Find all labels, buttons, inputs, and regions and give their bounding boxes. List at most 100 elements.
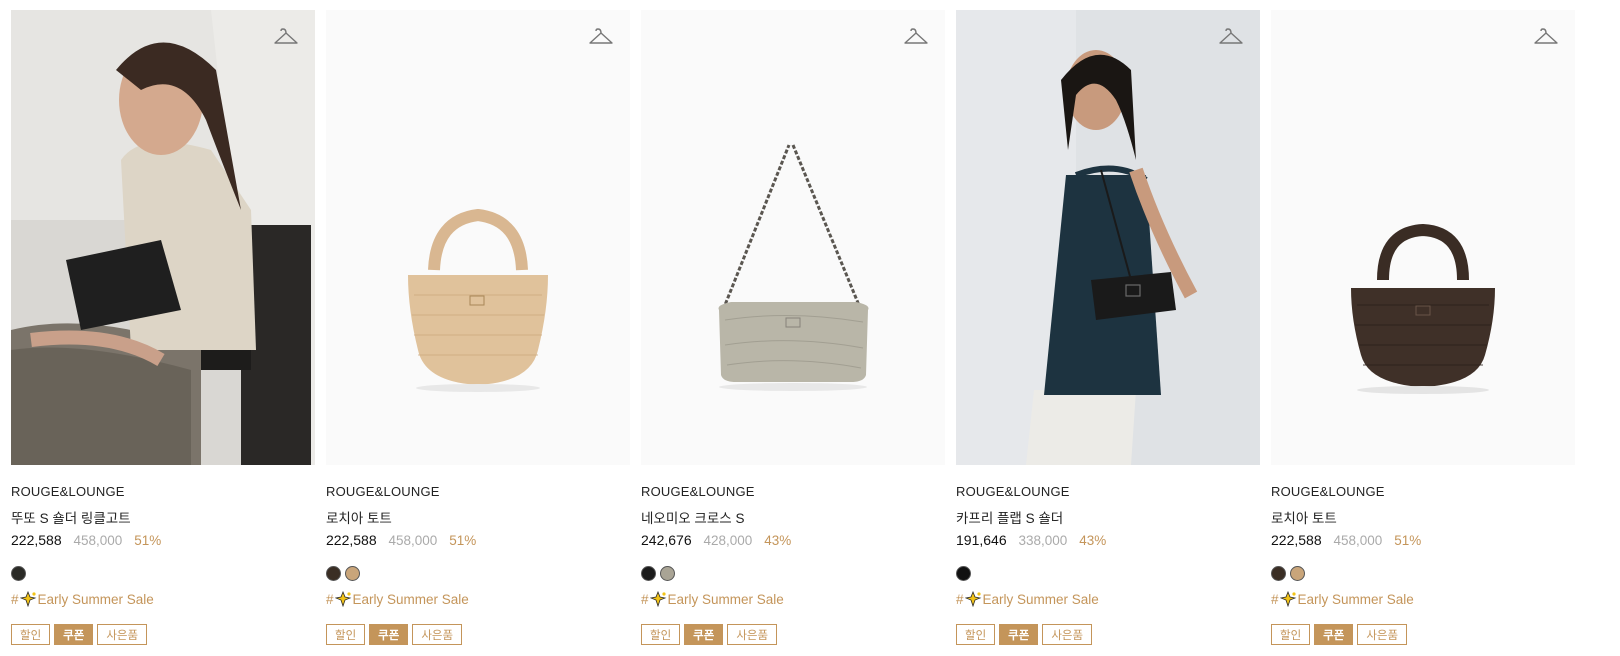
tag-hash: # (11, 591, 19, 607)
gift-badge: 사은품 (727, 624, 778, 645)
discount-rate: 43% (764, 533, 792, 548)
product-card[interactable]: ROUGE&LOUNGE 로치아 토트 222,588 458,000 51% … (326, 10, 630, 645)
original-price: 428,000 (703, 533, 753, 548)
color-swatch[interactable] (660, 566, 675, 581)
color-swatch[interactable] (1290, 566, 1305, 581)
coupon-badge: 쿠폰 (1314, 624, 1354, 645)
badge-row: 할인 쿠폰 사은품 (956, 624, 1260, 645)
badge-row: 할인 쿠폰 사은품 (11, 624, 315, 645)
discount-rate: 43% (1079, 533, 1107, 548)
sale-price: 242,676 (641, 532, 692, 548)
original-price: 458,000 (388, 533, 438, 548)
tag-hash: # (326, 591, 334, 607)
tag-hash: # (956, 591, 964, 607)
tag-label: Early Summer Sale (982, 591, 1099, 607)
coupon-badge: 쿠폰 (54, 624, 94, 645)
gift-badge: 사은품 (412, 624, 463, 645)
color-swatches (956, 566, 1260, 582)
discount-badge: 할인 (11, 624, 51, 645)
product-title[interactable]: 로치아 토트 (1271, 507, 1575, 526)
bag-photo (641, 10, 945, 465)
hanger-icon[interactable] (1533, 26, 1559, 48)
original-price: 458,000 (1333, 533, 1383, 548)
product-card[interactable]: ROUGE&LOUNGE 네오미오 크로스 S 242,676 428,000 … (641, 10, 945, 645)
color-swatch[interactable] (345, 566, 360, 581)
tag-label: Early Summer Sale (37, 591, 154, 607)
hanger-icon[interactable] (588, 26, 614, 48)
sparkle-icon (649, 591, 666, 607)
color-swatch[interactable] (956, 566, 971, 581)
price-row: 242,676 428,000 43% (641, 532, 945, 549)
badge-row: 할인 쿠폰 사은품 (1271, 624, 1575, 645)
tag-label: Early Summer Sale (667, 591, 784, 607)
color-swatch[interactable] (11, 566, 26, 581)
product-image[interactable] (641, 10, 945, 465)
discount-rate: 51% (1394, 533, 1422, 548)
sparkle-icon (334, 591, 351, 607)
discount-badge: 할인 (956, 624, 996, 645)
product-image[interactable] (956, 10, 1260, 465)
promo-tag[interactable]: # Early Summer Sale (956, 590, 1260, 608)
price-row: 222,588 458,000 51% (1271, 532, 1575, 549)
bag-photo (1271, 10, 1575, 465)
model-photo (956, 10, 1260, 465)
price-row: 222,588 458,000 51% (11, 532, 315, 549)
sparkle-icon (964, 591, 981, 607)
promo-tag[interactable]: # Early Summer Sale (1271, 590, 1575, 608)
promo-tag[interactable]: # Early Summer Sale (326, 590, 630, 608)
product-image[interactable] (11, 10, 315, 465)
tag-hash: # (641, 591, 649, 607)
product-title[interactable]: 카프리 플랩 S 숄더 (956, 507, 1260, 526)
color-swatch[interactable] (326, 566, 341, 581)
product-image[interactable] (326, 10, 630, 465)
tag-label: Early Summer Sale (352, 591, 469, 607)
product-card[interactable]: ROUGE&LOUNGE 로치아 토트 222,588 458,000 51% … (1271, 10, 1575, 645)
price-row: 191,646 338,000 43% (956, 532, 1260, 549)
sale-price: 222,588 (1271, 532, 1322, 548)
gift-badge: 사은품 (1357, 624, 1408, 645)
hanger-icon[interactable] (903, 26, 929, 48)
color-swatches (1271, 566, 1575, 582)
product-title[interactable]: 뚜또 S 숄더 링클고트 (11, 507, 315, 526)
color-swatches (11, 566, 315, 582)
original-price: 338,000 (1018, 533, 1068, 548)
discount-rate: 51% (134, 533, 162, 548)
sale-price: 222,588 (326, 532, 377, 548)
badge-row: 할인 쿠폰 사은품 (326, 624, 630, 645)
badge-row: 할인 쿠폰 사은품 (641, 624, 945, 645)
price-row: 222,588 458,000 51% (326, 532, 630, 549)
product-grid: ROUGE&LOUNGE 뚜또 S 숄더 링클고트 222,588 458,00… (0, 0, 1620, 656)
coupon-badge: 쿠폰 (684, 624, 724, 645)
coupon-badge: 쿠폰 (999, 624, 1039, 645)
sparkle-icon (19, 591, 36, 607)
original-price: 458,000 (73, 533, 123, 548)
product-image[interactable] (1271, 10, 1575, 465)
color-swatch[interactable] (641, 566, 656, 581)
coupon-badge: 쿠폰 (369, 624, 409, 645)
product-card[interactable]: ROUGE&LOUNGE 카프리 플랩 S 숄더 191,646 338,000… (956, 10, 1260, 645)
product-brand: ROUGE&LOUNGE (641, 484, 755, 499)
product-brand: ROUGE&LOUNGE (956, 484, 1070, 499)
discount-badge: 할인 (1271, 624, 1311, 645)
product-title[interactable]: 로치아 토트 (326, 507, 630, 526)
sale-price: 191,646 (956, 532, 1007, 548)
color-swatch[interactable] (1271, 566, 1286, 581)
color-swatches (641, 566, 945, 582)
gift-badge: 사은품 (1042, 624, 1093, 645)
product-card[interactable]: ROUGE&LOUNGE 뚜또 S 숄더 링클고트 222,588 458,00… (11, 10, 315, 645)
model-photo (11, 10, 315, 465)
hanger-icon[interactable] (1218, 26, 1244, 48)
promo-tag[interactable]: # Early Summer Sale (641, 590, 945, 608)
product-brand: ROUGE&LOUNGE (11, 484, 125, 499)
sale-price: 222,588 (11, 532, 62, 548)
hanger-icon[interactable] (273, 26, 299, 48)
bag-photo (326, 10, 630, 465)
discount-rate: 51% (449, 533, 477, 548)
discount-badge: 할인 (326, 624, 366, 645)
discount-badge: 할인 (641, 624, 681, 645)
promo-tag[interactable]: # Early Summer Sale (11, 590, 315, 608)
gift-badge: 사은품 (97, 624, 148, 645)
color-swatches (326, 566, 630, 582)
product-brand: ROUGE&LOUNGE (1271, 484, 1385, 499)
product-title[interactable]: 네오미오 크로스 S (641, 507, 945, 526)
